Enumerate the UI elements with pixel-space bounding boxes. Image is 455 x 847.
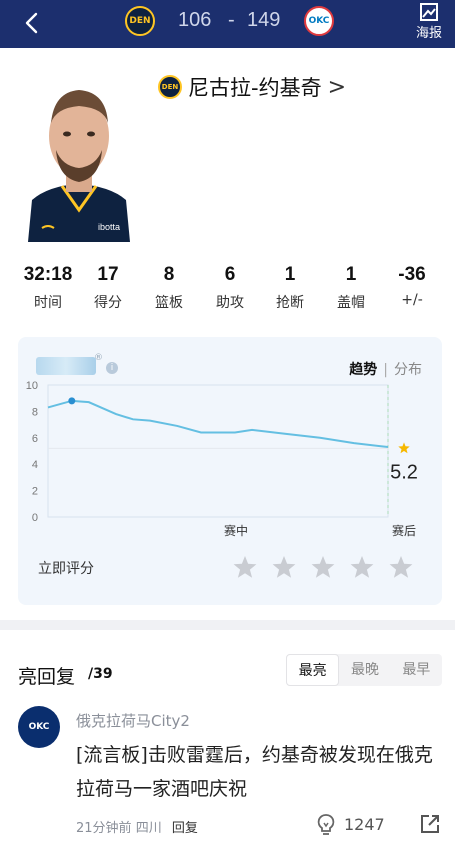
rate-now-label: 立即评分: [38, 561, 94, 577]
star-icon[interactable]: [388, 554, 414, 580]
avatar[interactable]: OKC: [18, 706, 60, 748]
player-name: 尼古拉-约基奇: [188, 76, 322, 100]
stat-points: 17 得分: [78, 264, 138, 312]
stat-minutes: 32:18 时间: [18, 264, 78, 312]
comment-username[interactable]: 俄克拉荷马City2: [76, 710, 190, 731]
stat-value: 1: [284, 264, 296, 285]
star-icon[interactable]: [310, 554, 336, 580]
sort-earliest[interactable]: 最早: [391, 654, 442, 686]
stat-steals: 1 抢断: [260, 264, 320, 312]
comment-text[interactable]: [流言板]击败雷霆后，约基奇被发现在俄克拉荷马一家酒吧庆祝: [76, 738, 448, 806]
tab-separator: |: [383, 362, 388, 378]
player-stats: 32:18 时间 17 得分 8 篮板 6 助攻 1 抢断 1 盖帽 -36 +/-: [0, 264, 455, 324]
share-button[interactable]: [420, 814, 440, 838]
series-line: [47, 399, 389, 449]
x-label-postgame: 赛后: [392, 523, 416, 538]
lightbulb-icon: [317, 814, 335, 835]
blurred-rating-title: [36, 357, 96, 375]
player-card: ibotta DEN 尼古拉-约基奇 > 32:18 时间 17 得分 8 篮板 6 助…: [0, 50, 455, 620]
stat-value: 32:18: [23, 264, 73, 285]
y-tick-label: 8: [32, 406, 38, 418]
data-point: [68, 397, 76, 405]
away-team-logo[interactable]: OKC: [304, 6, 334, 36]
chevron-right-icon: >: [327, 74, 347, 100]
tab-trend[interactable]: 趋势: [349, 362, 377, 378]
star-icon[interactable]: [349, 554, 375, 580]
stat-value: 8: [163, 264, 175, 285]
share-icon: [421, 815, 439, 833]
back-arrow-icon: [25, 12, 38, 34]
stat-rebounds: 8 篮板: [139, 264, 199, 312]
back-button[interactable]: [16, 8, 46, 38]
info-icon[interactable]: i: [106, 362, 118, 374]
registered-mark: ®: [94, 353, 103, 363]
final-value-star: [398, 442, 410, 454]
chart-view-toggle: 趋势 | 分布: [349, 359, 422, 379]
home-score: 106: [178, 9, 212, 31]
comment-sort-tabs: 最亮 最晚 最早: [286, 654, 442, 686]
y-tick-label: 6: [32, 433, 38, 445]
sort-latest[interactable]: 最晚: [339, 654, 390, 686]
stat-label: 得分: [94, 295, 122, 311]
reply-button[interactable]: 回复: [172, 821, 198, 836]
comments-count: /39: [88, 666, 113, 682]
stat-plus-minus: -36 +/-: [382, 264, 442, 308]
final-value-label: 5.2: [390, 461, 418, 483]
jersey-text: ibotta: [98, 222, 120, 232]
tab-distribution[interactable]: 分布: [394, 362, 422, 378]
y-tick-label: 2: [32, 486, 38, 498]
stat-label: +/-: [401, 292, 423, 308]
stat-label: 篮板: [155, 295, 183, 311]
player-photo[interactable]: ibotta: [18, 78, 140, 242]
sort-hottest[interactable]: 最亮: [286, 654, 340, 686]
rating-trend-chart: 10 8 6 4 2 0 5.2 赛中 赛后: [26, 380, 418, 538]
stat-label: 时间: [34, 295, 62, 311]
away-score: 149: [247, 9, 281, 31]
stat-label: 抢断: [276, 295, 304, 311]
x-label-midgame: 赛中: [224, 523, 248, 538]
comment-location: 四川: [135, 821, 162, 836]
stat-assists: 6 助攻: [200, 264, 260, 312]
star-rating-input[interactable]: [232, 554, 427, 580]
rating-panel: ® i 趋势 | 分布 10 8 6 4 2 0 5.2 赛中 赛后 立即评分: [18, 337, 442, 605]
poster-icon: [420, 3, 438, 21]
stat-value: 1: [345, 264, 357, 285]
section-divider: [0, 620, 455, 630]
stat-blocks: 1 盖帽: [321, 264, 381, 312]
comments-section: 亮回复 /39 最亮 最晚 最早 OKC 俄克拉荷马City2 [流言板]击败雷…: [0, 630, 455, 847]
chart-frame: [47, 384, 389, 518]
like-count: 1247: [344, 814, 385, 834]
top-bar: DEN 106 - 149 OKC 海报: [0, 0, 455, 48]
comment-meta: 21分钟前 四川 回复: [76, 817, 198, 836]
home-team-logo[interactable]: DEN: [125, 6, 155, 36]
player-name-link[interactable]: DEN 尼古拉-约基奇 >: [158, 72, 346, 102]
stat-label: 盖帽: [337, 295, 365, 311]
stat-value: 17: [97, 264, 119, 285]
y-tick-label: 10: [26, 380, 38, 392]
poster-label: 海报: [415, 26, 442, 41]
star-icon[interactable]: [271, 554, 297, 580]
poster-button[interactable]: 海报: [413, 2, 445, 41]
y-tick-label: 0: [32, 512, 38, 524]
comments-title: 亮回复: [18, 666, 76, 688]
player-team-logo: DEN: [158, 75, 182, 99]
score-separator: -: [228, 9, 235, 31]
stat-value: 6: [224, 264, 236, 285]
like-button[interactable]: 1247: [316, 813, 385, 835]
y-tick-label: 4: [32, 459, 38, 471]
star-icon[interactable]: [232, 554, 258, 580]
stat-label: 助攻: [216, 295, 244, 311]
comment-time: 21分钟前: [76, 821, 132, 836]
stat-value: -36: [398, 264, 426, 285]
